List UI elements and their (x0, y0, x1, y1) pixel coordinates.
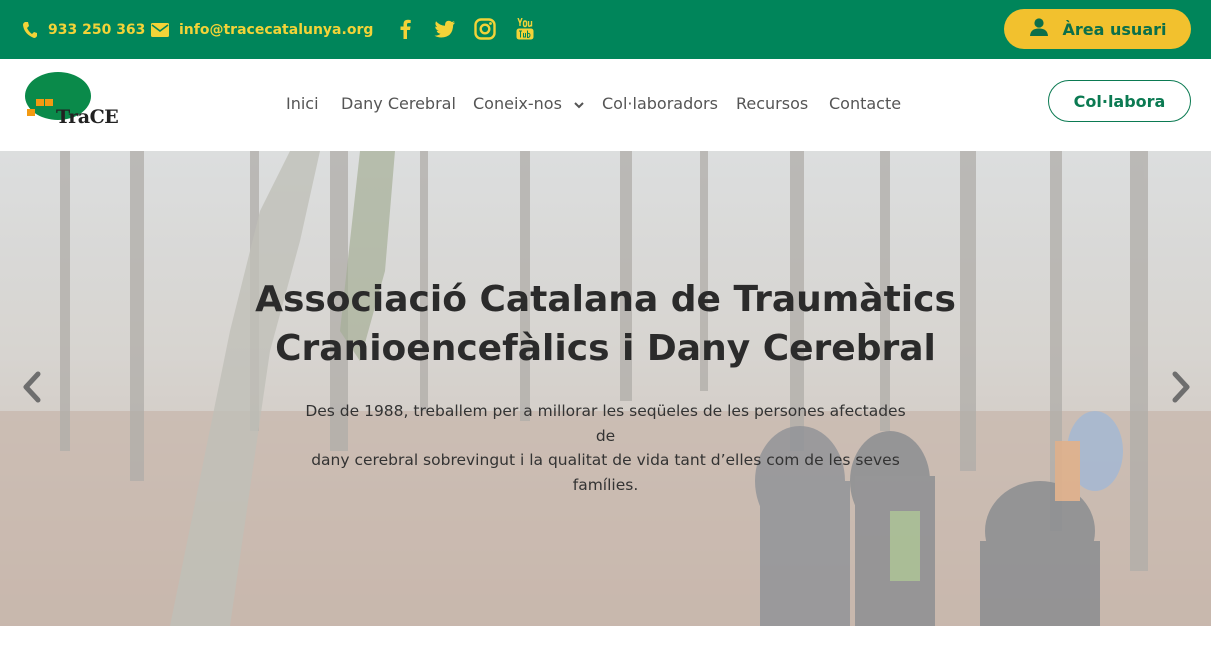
youtube-icon[interactable] (513, 15, 537, 43)
nav-contacte[interactable]: Contacte (829, 94, 901, 113)
trace-logo[interactable]: TraCE (24, 72, 119, 128)
nav-coneix-nos-label: Coneix-nos (473, 94, 562, 113)
collabora-button[interactable]: Col·labora (1048, 80, 1191, 122)
hero-title-line1: Associació Catalana de Traumàtics (255, 279, 956, 320)
email-link[interactable]: info@tracecatalunya.org (151, 0, 373, 59)
user-icon (1029, 17, 1049, 41)
phone-icon (22, 21, 38, 39)
chevron-right-icon[interactable] (1166, 369, 1196, 405)
hero-description: Des de 1988, treballem per a millorar le… (300, 399, 911, 497)
hero-text-line1: Des de 1988, treballem per a millorar le… (305, 402, 906, 445)
main-header: TraCE Inici Dany Cerebral Coneix-nos Col… (0, 59, 1211, 151)
user-area-button[interactable]: Àrea usuari (1004, 9, 1191, 49)
phone-number: 933 250 363 (48, 21, 146, 38)
chevron-left-icon[interactable] (17, 369, 47, 405)
nav-collaboradors[interactable]: Col·laboradors (602, 94, 718, 113)
nav-coneix-nos[interactable]: Coneix-nos (473, 94, 585, 114)
email-address: info@tracecatalunya.org (179, 21, 374, 38)
nav-dany-cerebral[interactable]: Dany Cerebral (341, 94, 456, 113)
hero-text-line3: famílies. (572, 475, 639, 494)
instagram-icon[interactable] (473, 15, 497, 43)
mail-icon (151, 22, 169, 37)
nav-inici[interactable]: Inici (286, 94, 319, 113)
hero-slider: Associació Catalana de Traumàtics Cranio… (0, 151, 1211, 626)
hero-title-line2: Cranioencefàlics i Dany Cerebral (275, 328, 936, 369)
user-area-label: Àrea usuari (1062, 19, 1167, 39)
hero-text-line2: dany cerebral sobrevingut i la qualitat … (311, 451, 900, 469)
twitter-icon[interactable] (433, 15, 457, 43)
phone-link[interactable]: 933 250 363 (22, 0, 145, 59)
top-bar: 933 250 363 info@tracecatalunya.org Àrea… (0, 0, 1211, 59)
facebook-icon[interactable] (393, 15, 417, 43)
hero-title: Associació Catalana de Traumàtics Cranio… (150, 275, 1061, 373)
hero-overlay (0, 151, 1211, 626)
logo-text: TraCE (56, 106, 119, 128)
chevron-down-icon (573, 95, 585, 114)
nav-recursos[interactable]: Recursos (736, 94, 808, 113)
